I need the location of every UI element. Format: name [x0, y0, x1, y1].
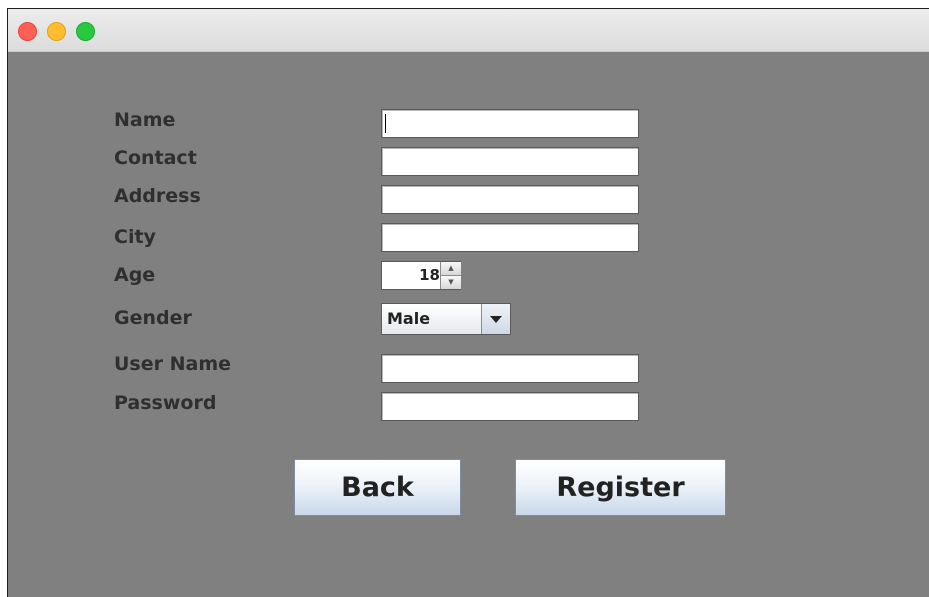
contact-field[interactable]	[381, 147, 639, 176]
age-value[interactable]: 18	[382, 262, 440, 289]
address-field[interactable]	[381, 185, 639, 214]
age-label: Age	[114, 264, 156, 286]
maximize-icon[interactable]	[76, 22, 95, 41]
password-field[interactable]	[381, 392, 639, 421]
age-spinner[interactable]: 18 ▲ ▼	[381, 261, 461, 290]
text-caret	[385, 114, 386, 133]
gender-dropdown[interactable]: Male	[381, 303, 511, 335]
back-button[interactable]: Back	[294, 459, 461, 516]
username-field[interactable]	[381, 354, 639, 383]
title-bar[interactable]	[8, 9, 929, 52]
minimize-icon[interactable]	[47, 22, 66, 41]
dropdown-button[interactable]	[481, 304, 510, 334]
city-field[interactable]	[381, 223, 639, 252]
register-button[interactable]: Register	[515, 459, 726, 516]
password-label: Password	[114, 392, 217, 414]
gender-label: Gender	[114, 307, 192, 329]
gender-selected-value: Male	[387, 309, 431, 328]
username-label: User Name	[114, 353, 232, 375]
name-field[interactable]	[381, 109, 639, 138]
city-label: City	[114, 226, 156, 248]
contact-label: Contact	[114, 147, 197, 169]
registration-form: Name Contact Address City Age Gender Use…	[8, 52, 929, 597]
close-icon[interactable]	[18, 22, 37, 41]
spinner-up-icon[interactable]: ▲	[440, 262, 461, 276]
app-window: Name Contact Address City Age Gender Use…	[7, 8, 929, 597]
address-label: Address	[114, 185, 201, 207]
chevron-down-icon	[490, 316, 502, 323]
spinner-down-icon[interactable]: ▼	[440, 276, 461, 289]
name-label: Name	[114, 109, 176, 131]
